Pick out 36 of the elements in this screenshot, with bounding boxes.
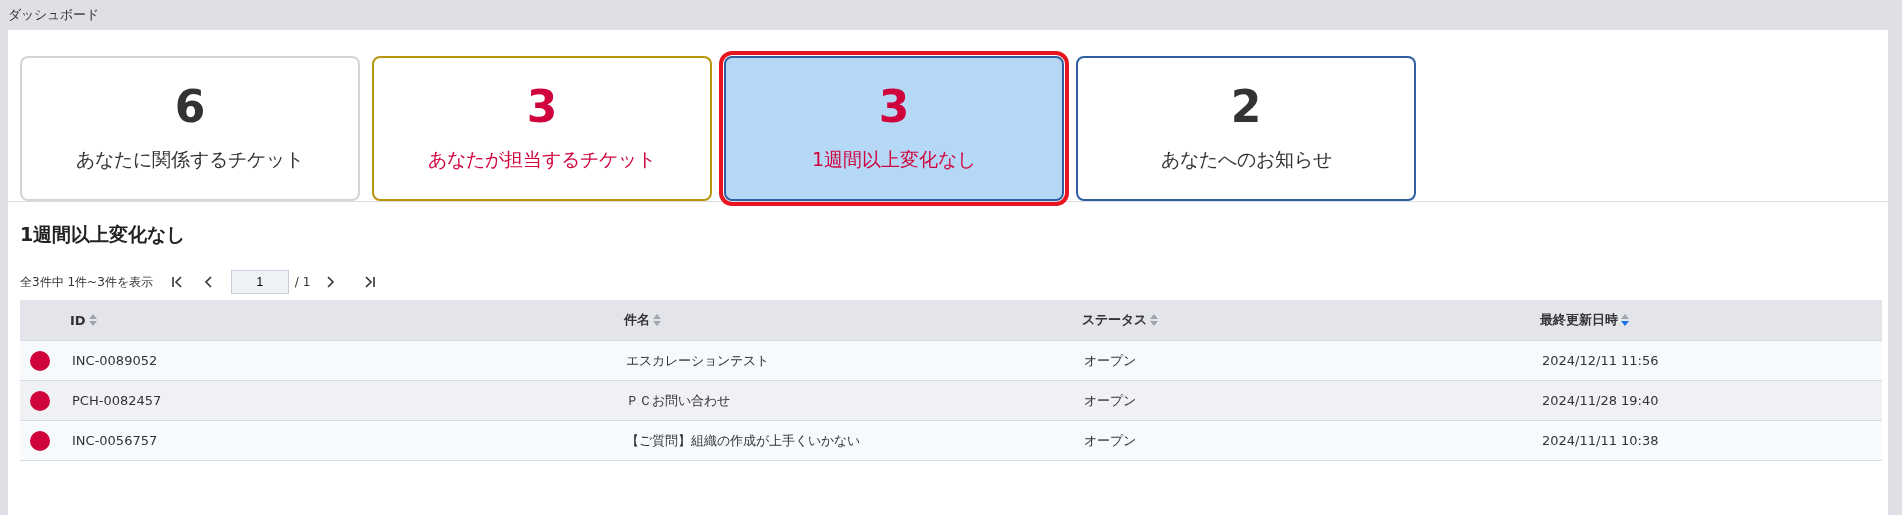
card-label: あなたが担当するチケット [428, 146, 656, 172]
summary-card[interactable]: 3 あなたが担当するチケット [372, 56, 712, 201]
column-header[interactable]: ステータス [1082, 311, 1147, 329]
table-cell-text: INC-0089052 [71, 353, 159, 368]
previous-page-icon[interactable] [202, 276, 215, 288]
table-cell-text: エスカレーションテスト [625, 351, 770, 370]
table-cell-text: 2024/12/11 11:56 [1541, 353, 1660, 368]
card-count: 2 [1230, 84, 1262, 129]
table-cell-text: オープン [1083, 351, 1137, 370]
table-cell-text: オープン [1083, 431, 1137, 450]
result-summary: 全3件中 1件~3件を表示 [20, 273, 153, 291]
section-title: 1週間以上変化なし [20, 222, 187, 247]
column-header[interactable]: ID [70, 312, 86, 328]
card-count: 3 [526, 84, 558, 129]
column-header[interactable]: 件名 [624, 311, 650, 329]
summary-card[interactable]: 2 あなたへのお知らせ [1076, 56, 1416, 201]
last-page-icon[interactable] [364, 276, 377, 288]
table-cell-text: ＰＣお問い合わせ [625, 391, 731, 410]
card-label: あなたへのお知らせ [1160, 146, 1332, 172]
table-cell-text: PCH-0082457 [71, 393, 163, 408]
table-cell-text: 【ご質問】組織の作成が上手くいかない [625, 431, 861, 450]
next-page-icon[interactable] [324, 276, 337, 288]
table-cell-text: オープン [1083, 391, 1137, 410]
card-label: 1週間以上変化なし [811, 146, 977, 172]
page-title: ダッシュボード [7, 6, 100, 24]
table-cell-text: 2024/11/28 19:40 [1541, 393, 1660, 408]
column-header[interactable]: 最終更新日時 [1540, 311, 1618, 329]
page-total: / 1 [294, 275, 311, 289]
page-input[interactable]: 1 [230, 270, 289, 294]
summary-card[interactable]: 6 あなたに関係するチケット [20, 56, 360, 201]
card-count: 6 [174, 84, 206, 129]
card-label: あなたに関係するチケット [76, 146, 304, 172]
first-page-icon[interactable] [170, 276, 183, 288]
card-count: 3 [878, 84, 910, 129]
table-cell-text: 2024/11/11 10:38 [1541, 433, 1660, 448]
table-cell-text: INC-0056757 [71, 433, 159, 448]
